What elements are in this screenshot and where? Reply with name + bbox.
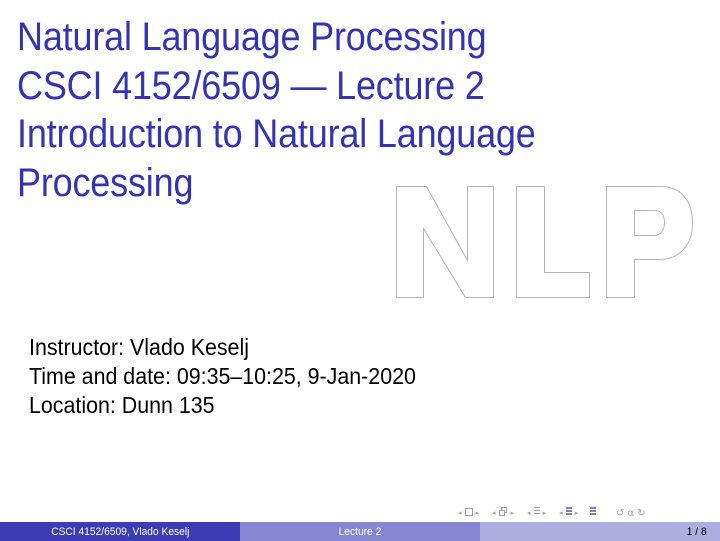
footer-author: CSCI 4152/6509, Vlado Keselj — [50, 525, 190, 538]
nav-back-icon[interactable]: ↺ — [616, 508, 624, 519]
nav-slide-icon[interactable] — [464, 507, 474, 519]
footer-author-section: CSCI 4152/6509, Vlado Keselj — [0, 522, 240, 541]
nav-frame-icon[interactable] — [498, 507, 509, 519]
footer-lecture-title: Lecture 2 — [338, 525, 382, 538]
nav-frame-next-icon[interactable]: ▸ — [509, 509, 517, 517]
nav-section-next-icon[interactable]: ▸ — [573, 509, 581, 517]
slide-title: Natural Language Processing CSCI 4152/65… — [17, 13, 536, 207]
slide: Natural Language Processing CSCI 4152/65… — [0, 0, 720, 541]
nav-toc-group — [589, 507, 597, 519]
nav-extra-group: ↺ α ↻ — [616, 508, 645, 519]
nav-frame-group: ◂ ▸ — [490, 507, 516, 519]
page-number: 1 / 8 — [686, 525, 707, 538]
title-line-1: Natural Language Processing — [17, 15, 487, 59]
time-date-line: Time and date: 09:35–10:25, 9-Jan-2020 — [29, 363, 416, 389]
nav-toc-icon[interactable] — [589, 507, 597, 519]
beamer-navigation-bar: ◂ ▸ ◂ ▸ ◂ ▸ ◂ ▸ ↺ α ↻ — [456, 506, 646, 520]
slide-footer: CSCI 4152/6509, Vlado Keselj Lecture 2 1… — [0, 522, 720, 541]
nav-section-icon[interactable] — [565, 507, 573, 519]
title-line-4: Processing — [17, 160, 194, 205]
title-line-3: Introduction to Natural Language — [17, 112, 536, 156]
nav-section-prev-icon[interactable]: ◂ — [557, 509, 565, 517]
nav-slide-prev-icon[interactable]: ◂ — [456, 509, 464, 517]
title-line-2: CSCI 4152/6509 — Lecture 2 — [17, 63, 485, 108]
nav-frame-prev-icon[interactable]: ◂ — [490, 509, 498, 517]
nav-subsection-icon[interactable] — [533, 507, 541, 519]
footer-title-section: Lecture 2 — [240, 522, 480, 541]
nav-slide-group: ◂ ▸ — [456, 507, 482, 519]
nav-subsection-next-icon[interactable]: ▸ — [541, 509, 549, 517]
lecture-info: Instructor: Vlado Keselj Time and date: … — [29, 333, 416, 420]
nav-subsection-prev-icon[interactable]: ◂ — [525, 509, 533, 517]
nav-slide-next-icon[interactable]: ▸ — [474, 509, 482, 517]
instructor-line: Instructor: Vlado Keselj — [29, 334, 249, 360]
nav-search-icon[interactable]: α — [628, 508, 635, 519]
nav-forward-icon[interactable]: ↻ — [637, 508, 645, 519]
nav-subsection-group: ◂ ▸ — [525, 507, 548, 519]
footer-page-section: 1 / 8 — [480, 522, 720, 541]
nlp-logo-letter-p — [606, 186, 694, 298]
location-line: Location: Dunn 135 — [29, 392, 215, 418]
nav-section-group: ◂ ▸ — [557, 507, 580, 519]
